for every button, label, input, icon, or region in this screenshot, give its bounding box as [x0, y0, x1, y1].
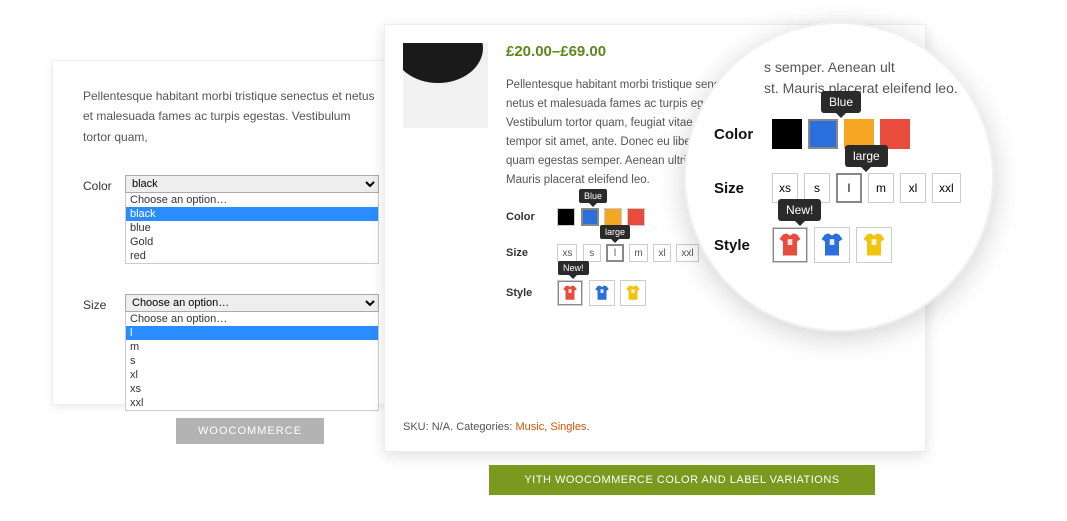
price: £20.00–£69.00	[506, 43, 776, 60]
size-swatch-s[interactable]: s	[583, 244, 601, 262]
zoom-style-row: New! Style	[714, 227, 964, 263]
zoom-desc: s semper. Aenean ult st. Mauris placerat…	[764, 57, 964, 99]
woocommerce-caption: WOOCOMMERCE	[176, 418, 324, 444]
zoom-size-swatch-xxl[interactable]: xxl	[932, 173, 961, 203]
product-image	[403, 43, 488, 128]
size-select-wrapper: Choose an option… Choose an option… l m …	[125, 294, 379, 411]
color-swatch-blue[interactable]	[581, 208, 599, 226]
color-select[interactable]: black	[125, 175, 379, 193]
color-option-selected[interactable]: black	[126, 207, 378, 221]
zoom-style-swatch-red[interactable]	[772, 227, 808, 263]
size-row-left: Size Choose an option… Choose an option……	[83, 294, 379, 411]
woocommerce-panel: Pellentesque habitant morbi tristique se…	[52, 60, 410, 405]
yith-caption: YITH WOOCOMMERCE COLOR AND LABEL VARIATI…	[489, 465, 875, 495]
color-row-left: Color black Choose an option… black blue…	[83, 175, 379, 264]
categories-prefix: . Categories:	[450, 421, 515, 433]
sku-line: SKU: N/A. Categories: Music, Singles.	[403, 421, 590, 433]
zoom-color-swatch-blue[interactable]	[808, 119, 838, 149]
zoom-size-swatch-xl[interactable]: xl	[900, 173, 926, 203]
size-swatch-xl[interactable]: xl	[653, 244, 671, 262]
style-tooltip: New!	[558, 261, 589, 275]
size-option[interactable]: m	[126, 340, 378, 354]
style-swatch-blue[interactable]	[589, 280, 615, 306]
zoom-color-row: Blue Color	[714, 119, 964, 149]
color-option[interactable]: red	[126, 249, 378, 263]
color-swatch-orange[interactable]	[604, 208, 622, 226]
zoom-color-label: Color	[714, 126, 772, 143]
size-swatch-xs[interactable]: xs	[557, 244, 577, 262]
size-label: Size	[83, 294, 125, 411]
size-option[interactable]: xl	[126, 368, 378, 382]
category-link-singles[interactable]: Singles	[550, 421, 586, 433]
color-option[interactable]: Choose an option…	[126, 193, 378, 207]
size-swatch-xxl[interactable]: xxl	[676, 244, 698, 262]
zoom-size-swatch-m[interactable]: m	[868, 173, 894, 203]
zoom-style-swatch-blue[interactable]	[814, 227, 850, 263]
sku-prefix: SKU:	[403, 421, 432, 433]
size-select[interactable]: Choose an option…	[125, 294, 379, 312]
style-swatch-red[interactable]	[557, 280, 583, 306]
zoom-magnifier: s semper. Aenean ult st. Mauris placerat…	[684, 22, 994, 332]
color-option[interactable]: blue	[126, 221, 378, 235]
category-link-music[interactable]: Music	[516, 421, 545, 433]
size-option[interactable]: Choose an option…	[126, 312, 378, 326]
size-label: Size	[506, 247, 554, 259]
zoom-color-swatch-black[interactable]	[772, 119, 802, 149]
zoom-size-tooltip: large	[845, 145, 888, 167]
zoom-color-tooltip: Blue	[821, 91, 861, 113]
size-option[interactable]: xxl	[126, 396, 378, 410]
size-option-selected[interactable]: l	[126, 326, 378, 340]
color-option[interactable]: Gold	[126, 235, 378, 249]
color-swatch-black[interactable]	[557, 208, 575, 226]
size-swatch-m[interactable]: m	[629, 244, 647, 262]
size-option[interactable]: s	[126, 354, 378, 368]
zoom-size-row: large Size xs s l m xl xxl	[714, 173, 964, 203]
color-select-wrapper: black Choose an option… black blue Gold …	[125, 175, 379, 264]
zoom-style-label: Style	[714, 237, 772, 254]
color-label: Color	[83, 175, 125, 264]
zoom-size-label: Size	[714, 180, 772, 197]
zoom-style-tooltip: New!	[778, 199, 821, 221]
size-option[interactable]: xs	[126, 382, 378, 396]
size-tooltip: large	[600, 225, 630, 239]
color-dropdown-list: Choose an option… black blue Gold red	[125, 193, 379, 264]
style-swatch-yellow[interactable]	[620, 280, 646, 306]
size-dropdown-list: Choose an option… l m s xl xs xxl	[125, 312, 379, 411]
zoom-size-swatch-l[interactable]: l	[836, 173, 862, 203]
color-tooltip: Blue	[579, 189, 607, 203]
product-description-left: Pellentesque habitant morbi tristique se…	[83, 86, 379, 147]
color-label: Color	[506, 211, 554, 223]
sku-value: N/A	[432, 421, 450, 433]
style-label: Style	[506, 287, 554, 299]
size-swatch-l[interactable]: l	[606, 244, 624, 262]
zoom-style-swatch-yellow[interactable]	[856, 227, 892, 263]
color-swatch-red[interactable]	[627, 208, 645, 226]
